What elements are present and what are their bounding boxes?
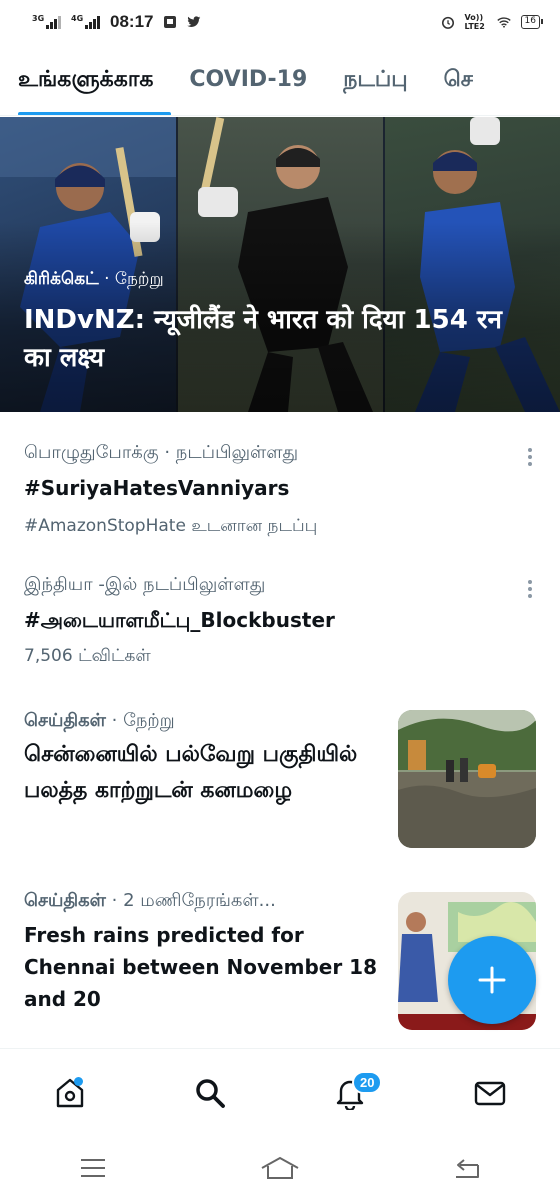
- status-bar: 3G 4G 08:17 Vo)) LTE2 16: [0, 0, 560, 44]
- trend-subtitle: #AmazonStopHate உடனான நடப்பு: [24, 516, 318, 536]
- messages-tab-button[interactable]: [460, 1063, 520, 1123]
- notifications-tab-button[interactable]: 20: [320, 1063, 383, 1123]
- system-home-button[interactable]: [250, 1143, 310, 1193]
- search-icon: [196, 1078, 225, 1108]
- news-thumbnail-flood: [398, 710, 536, 848]
- tab-covid19[interactable]: COVID-19: [171, 44, 325, 115]
- hero-meta: கிரிக்கெட் · நேற்று: [24, 269, 164, 291]
- hero-story[interactable]: கிரிக்கெட் · நேற்று INDvNZ: न्यूजीलैंड न…: [0, 117, 560, 412]
- media-notification-icon: [163, 15, 177, 29]
- trend-meta: பொழுதுபோக்கு · நடப்பிலுள்ளது: [24, 442, 299, 463]
- home-outline-icon: [261, 1156, 299, 1179]
- news-category: செய்திகள்: [24, 710, 106, 731]
- network-type-sim1: 3G: [32, 13, 45, 23]
- tab-trending[interactable]: நடப்பு: [325, 44, 425, 115]
- menu-icon: [81, 1159, 106, 1177]
- home-tab-button[interactable]: [40, 1063, 100, 1123]
- hero-time: நேற்று: [114, 269, 164, 289]
- trend-item[interactable]: இந்தியா -இல் நடப்பிலுள்ளது #அடையாளமீட்பு…: [0, 574, 560, 674]
- hero-separator: ·: [98, 269, 115, 289]
- hero-category: கிரிக்கெட்: [24, 269, 99, 289]
- alarm-icon: [441, 15, 455, 29]
- news-category: செய்திகள்: [24, 890, 106, 911]
- bottom-navigation: 20: [0, 1048, 560, 1136]
- explore-tabs: உங்களுக்காக COVID-19 நடப்பு செ: [0, 44, 560, 116]
- system-navigation-bar: [0, 1136, 560, 1200]
- trend-meta: இந்தியா -இல் நடப்பிலுள்ளது: [24, 574, 266, 595]
- new-content-dot: [74, 1076, 83, 1086]
- search-tab-button[interactable]: [180, 1063, 240, 1123]
- signal-strength-sim1-icon: 3G: [32, 13, 61, 29]
- more-options-icon[interactable]: [528, 580, 534, 598]
- news-item[interactable]: செய்திகள் · நேற்று சென்னையில் பல்வேறு பக…: [0, 710, 560, 860]
- tab-news[interactable]: செ: [426, 44, 491, 115]
- back-icon: [455, 1159, 479, 1178]
- compose-tweet-button[interactable]: [448, 936, 536, 1024]
- recent-apps-button[interactable]: [63, 1143, 123, 1193]
- hero-title: INDvNZ: न्यूजीलैंड ने भारत को दिया 154 र…: [24, 305, 502, 373]
- twitter-notification-icon: [187, 15, 201, 29]
- news-time: · 2 மணிநேரங்கள்...: [105, 890, 276, 911]
- plus-icon: [478, 966, 506, 994]
- trend-subtitle: 7,506 ட்விட்கள்: [24, 646, 151, 666]
- clock: 08:17: [110, 12, 154, 31]
- messages-icon: [474, 1081, 506, 1105]
- volte-indicator: Vo)) LTE2: [464, 13, 485, 31]
- trend-headline: #அடையாளமீட்பு_Blockbuster: [24, 608, 335, 632]
- notifications-count-badge: 20: [352, 1070, 383, 1094]
- more-options-icon[interactable]: [528, 448, 534, 466]
- battery-indicator: 16: [520, 15, 544, 29]
- news-headline: Fresh rains predicted for Chennai betwee…: [24, 923, 377, 1011]
- news-time: · நேற்று: [105, 710, 175, 731]
- news-headline: சென்னையில் பல்வேறு பகுதியில் பலத்த காற்ற…: [24, 742, 358, 803]
- network-type-sim2: 4G: [71, 13, 84, 23]
- trend-headline: #SuriyaHatesVanniyars: [24, 476, 290, 500]
- tab-for-you[interactable]: உங்களுக்காக: [0, 44, 172, 115]
- trend-item[interactable]: பொழுதுபோக்கு · நடப்பிலுள்ளது #SuriyaHate…: [0, 442, 560, 542]
- wifi-icon: [496, 15, 511, 29]
- signal-strength-sim2-icon: 4G: [71, 13, 100, 29]
- system-back-button[interactable]: [437, 1143, 497, 1193]
